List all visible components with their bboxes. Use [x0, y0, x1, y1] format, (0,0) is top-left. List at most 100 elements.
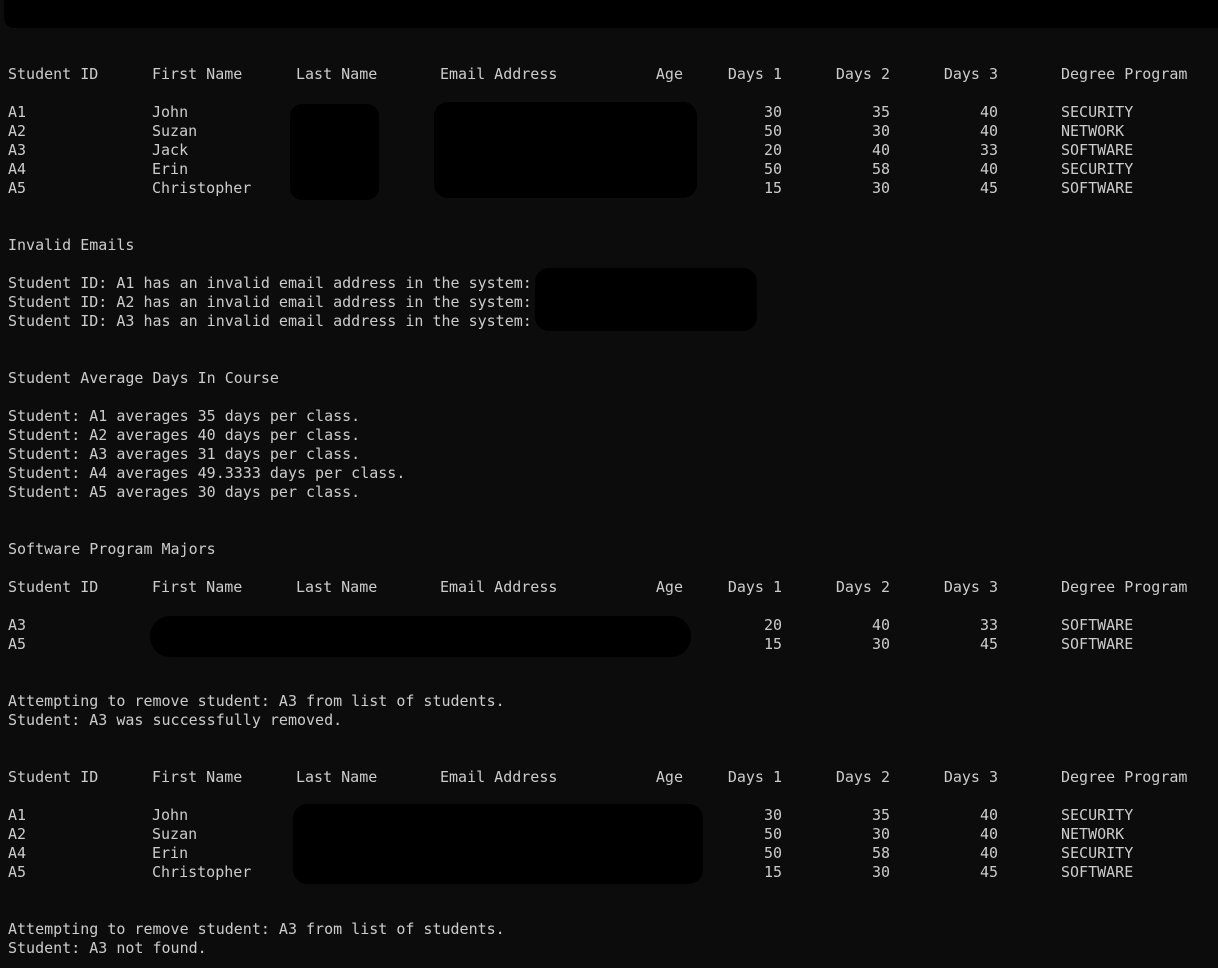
days3: 45	[979, 179, 998, 197]
header-student-id: Student ID	[8, 578, 99, 596]
remove-attempt-line: Attempting to remove student: A3 from li…	[8, 692, 505, 710]
header-email: Email Address	[440, 768, 558, 786]
student-id: A3	[8, 141, 27, 159]
days3: 45	[979, 863, 998, 881]
invalid-email-line: Student ID: A3 has an invalid email addr…	[8, 312, 532, 330]
days2: 40	[871, 141, 890, 159]
header-degree: Degree Program	[1061, 578, 1188, 596]
first-name: Erin	[152, 160, 189, 178]
header-days1: Days 1	[727, 65, 782, 83]
first-name: John	[152, 806, 189, 824]
days3: 33	[979, 616, 998, 634]
days2: 30	[871, 635, 890, 653]
remove-attempt-line: Attempting to remove student: A3 from li…	[8, 920, 505, 938]
average-line: Student: A1 averages 35 days per class.	[8, 407, 361, 425]
redacted-last-names-emails	[293, 804, 703, 884]
days2: 58	[871, 844, 890, 862]
remove-result-line: Student: A3 not found.	[8, 939, 207, 957]
days2: 30	[871, 863, 890, 881]
header-last-name: Last Name	[296, 65, 378, 83]
section-title-averages: Student Average Days In Course	[8, 369, 279, 387]
section-title-software: Software Program Majors	[8, 540, 216, 558]
days3: 40	[979, 806, 998, 824]
student-id: A3	[8, 616, 27, 634]
days1: 30	[763, 103, 782, 121]
degree: SOFTWARE	[1061, 635, 1134, 653]
first-name: Erin	[152, 844, 189, 862]
degree: SOFTWARE	[1061, 141, 1134, 159]
days1: 50	[763, 844, 782, 862]
header-last-name: Last Name	[296, 578, 378, 596]
header-days2: Days 2	[835, 65, 890, 83]
days1: 20	[763, 616, 782, 634]
first-name: John	[152, 103, 189, 121]
days3: 40	[979, 825, 998, 843]
header-last-name: Last Name	[296, 768, 378, 786]
header-degree: Degree Program	[1061, 768, 1188, 786]
header-student-id: Student ID	[8, 768, 99, 786]
first-name: Suzan	[152, 825, 198, 843]
header-email: Email Address	[440, 65, 558, 83]
average-line: Student: A2 averages 40 days per class.	[8, 426, 361, 444]
header-first-name: First Name	[152, 768, 243, 786]
redacted-invalid-emails	[535, 268, 757, 331]
days1: 15	[763, 863, 782, 881]
remove-result-line: Student: A3 was successfully removed.	[8, 711, 343, 729]
degree: SOFTWARE	[1061, 179, 1134, 197]
student-id: A2	[8, 825, 27, 843]
degree: SOFTWARE	[1061, 863, 1134, 881]
days3: 40	[979, 160, 998, 178]
degree: NETWORK	[1061, 122, 1125, 140]
days2: 30	[871, 122, 890, 140]
first-name: Christopher	[152, 863, 252, 881]
first-name: Christopher	[152, 179, 252, 197]
days2: 40	[871, 616, 890, 634]
degree: SECURITY	[1061, 844, 1134, 862]
invalid-email-line: Student ID: A1 has an invalid email addr…	[8, 274, 532, 292]
window-title-bar	[4, 0, 1218, 28]
student-id: A5	[8, 635, 27, 653]
header-days2: Days 2	[835, 578, 890, 596]
days2: 30	[871, 825, 890, 843]
header-days1: Days 1	[727, 768, 782, 786]
header-days3: Days 3	[943, 768, 998, 786]
days1: 50	[763, 825, 782, 843]
average-line: Student: A5 averages 30 days per class.	[8, 483, 361, 501]
table-header-row: Student ID First Name Last Name Email Ad…	[0, 768, 1218, 787]
degree: SOFTWARE	[1061, 616, 1134, 634]
degree: NETWORK	[1061, 825, 1125, 843]
days3: 33	[979, 141, 998, 159]
student-id: A1	[8, 806, 27, 824]
section-title-invalid-emails: Invalid Emails	[8, 236, 135, 254]
days2: 30	[871, 179, 890, 197]
student-id: A4	[8, 160, 27, 178]
header-days2: Days 2	[835, 768, 890, 786]
header-age: Age	[655, 65, 683, 83]
header-days3: Days 3	[943, 65, 998, 83]
student-id: A2	[8, 122, 27, 140]
days1: 15	[763, 635, 782, 653]
first-name: Suzan	[152, 122, 198, 140]
days1: 50	[763, 160, 782, 178]
redacted-emails	[434, 102, 697, 198]
average-line: Student: A3 averages 31 days per class.	[8, 445, 361, 463]
student-id: A1	[8, 103, 27, 121]
header-age: Age	[655, 768, 683, 786]
days2: 35	[871, 103, 890, 121]
degree: SECURITY	[1061, 160, 1134, 178]
header-age: Age	[655, 578, 683, 596]
student-id: A5	[8, 863, 27, 881]
header-degree: Degree Program	[1061, 65, 1188, 83]
average-line: Student: A4 averages 49.3333 days per cl…	[8, 464, 406, 482]
first-name: Jack	[152, 141, 189, 159]
days1: 20	[763, 141, 782, 159]
days3: 45	[979, 635, 998, 653]
degree: SECURITY	[1061, 103, 1134, 121]
table-header-row: Student ID First Name Last Name Email Ad…	[0, 578, 1218, 597]
header-student-id: Student ID	[8, 65, 99, 83]
student-id: A4	[8, 844, 27, 862]
redacted-software-names-emails	[150, 616, 691, 657]
header-first-name: First Name	[152, 65, 243, 83]
days2: 35	[871, 806, 890, 824]
days3: 40	[979, 122, 998, 140]
